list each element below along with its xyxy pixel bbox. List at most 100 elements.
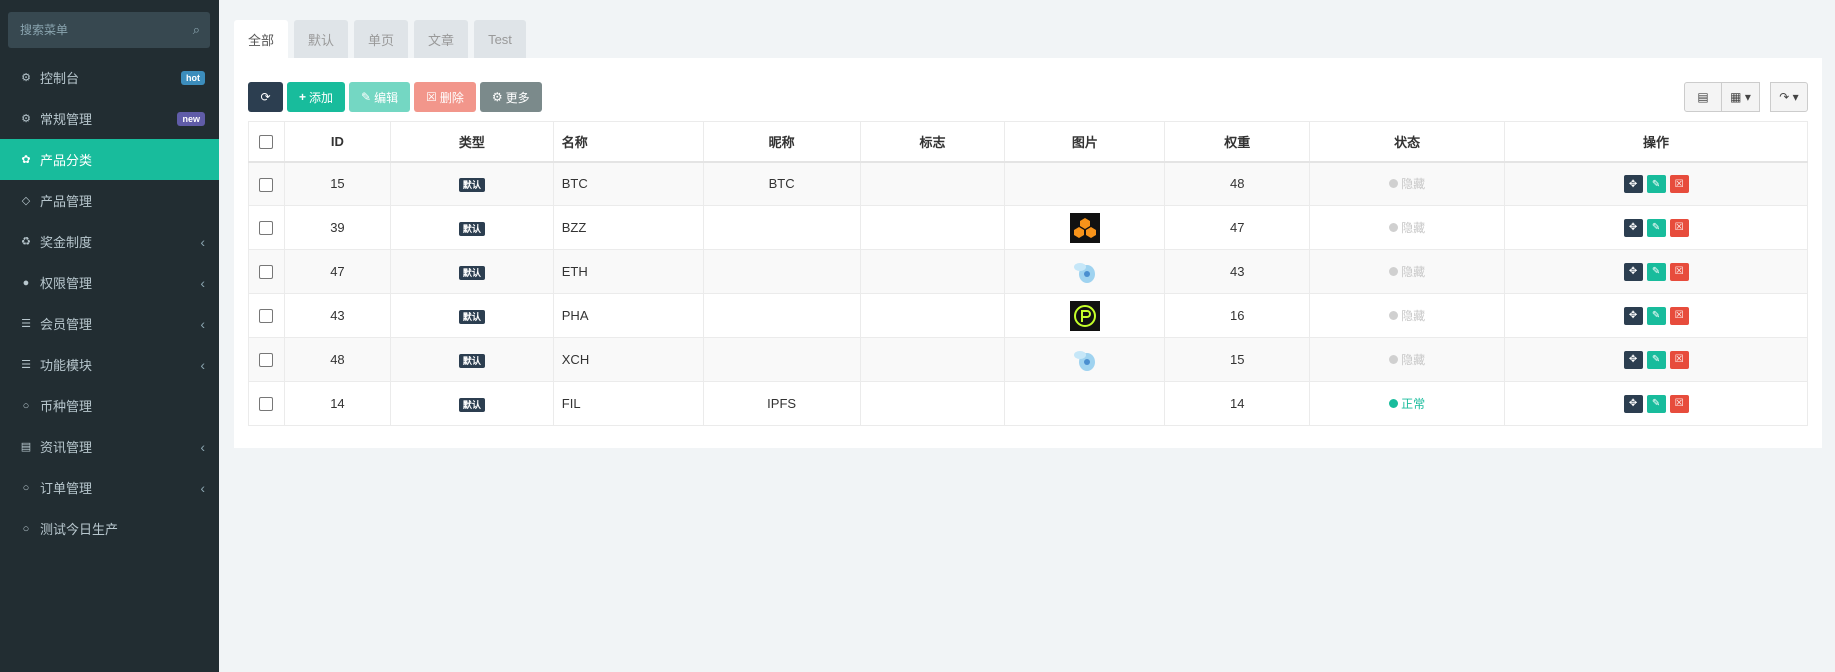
row-checkbox[interactable] <box>259 221 274 236</box>
header-nickname[interactable]: 昵称 <box>702 121 861 163</box>
edit-row-button[interactable]: ✎ <box>1646 350 1666 369</box>
select-all-cell[interactable] <box>248 121 285 163</box>
cell-flag <box>859 205 1006 250</box>
menu-search-box[interactable]: ⌕ <box>8 12 210 48</box>
status-text: 正常 <box>1401 397 1426 411</box>
header-id[interactable]: ID <box>283 121 391 163</box>
delete-row-button[interactable]: ☒ <box>1669 394 1689 413</box>
row-checkbox[interactable] <box>259 177 274 192</box>
more-button[interactable]: ⚙ 更多 <box>479 82 542 112</box>
delete-row-button[interactable]: ☒ <box>1669 350 1689 369</box>
row-checkbox[interactable] <box>259 353 274 368</box>
sidebar-item-label: 币种管理 <box>40 399 93 414</box>
tab-single-page[interactable]: 单页 <box>354 20 409 58</box>
chevron-left-icon: ‹ <box>200 233 205 250</box>
export-button[interactable]: ↷ ▾ <box>1770 82 1808 112</box>
add-button[interactable]: + 添加 <box>287 82 346 112</box>
circle-icon: ○ <box>22 522 30 535</box>
sidebar-item-label: 奖金制度 <box>40 235 93 250</box>
type-label: 默认 <box>458 265 485 280</box>
sidebar-item-member[interactable]: ☰ 会员管理 ‹ <box>0 303 219 344</box>
sidebar-item-dashboard[interactable]: ⚙ 控制台 hot <box>0 57 219 98</box>
row-checkbox[interactable] <box>259 309 274 324</box>
sidebar-item-modules[interactable]: ☰ 功能模块 ‹ <box>0 344 219 385</box>
cell-nickname <box>702 293 861 338</box>
row-actions: ✥ ✎ ☒ <box>1622 350 1691 369</box>
sidebar-item-product-category[interactable]: ✿ 产品分类 <box>0 139 219 180</box>
tab-test[interactable]: Test <box>474 20 526 58</box>
chevron-left-icon: ‹ <box>200 315 205 332</box>
export-dropdown-icon: ↷ ▾ <box>1779 90 1799 104</box>
row-actions: ✥ ✎ ☒ <box>1622 306 1691 325</box>
edit-row-button[interactable]: ✎ <box>1646 394 1666 413</box>
cell-name: BZZ <box>552 205 704 250</box>
sidebar-item-label: 功能模块 <box>40 358 93 373</box>
status-text: 隐藏 <box>1401 265 1426 279</box>
select-all-checkbox[interactable] <box>259 135 274 150</box>
edit-row-button[interactable]: ✎ <box>1646 218 1666 237</box>
row-actions: ✥ ✎ ☒ <box>1622 262 1691 281</box>
delete-row-button[interactable]: ☒ <box>1669 175 1689 193</box>
row-checkbox[interactable] <box>259 397 274 412</box>
header-type[interactable]: 类型 <box>389 121 554 163</box>
drag-handle-button[interactable]: ✥ <box>1623 218 1643 237</box>
drag-handle-button[interactable]: ✥ <box>1623 306 1643 325</box>
menu-search-input[interactable] <box>18 22 193 38</box>
header-status[interactable]: 状态 <box>1309 121 1506 163</box>
eth-logo-icon[interactable] <box>1070 257 1100 287</box>
sidebar-item-bonus[interactable]: ♻ 奖金制度 ‹ <box>0 221 219 262</box>
cell-nickname: BTC <box>702 161 861 206</box>
pha-logo-icon[interactable] <box>1069 300 1100 331</box>
xch-logo-icon[interactable] <box>1070 345 1100 375</box>
cell-nickname <box>702 205 861 250</box>
delete-row-button[interactable]: ☒ <box>1669 262 1689 281</box>
chevron-left-icon: ‹ <box>200 438 205 455</box>
sidebar-item-currency[interactable]: ○ 币种管理 <box>0 385 219 426</box>
sidebar-item-test-production[interactable]: ○ 测试今日生产 <box>0 508 219 549</box>
drag-handle-button[interactable]: ✥ <box>1623 394 1643 413</box>
columns-button[interactable]: ▦ ▾ <box>1722 82 1760 112</box>
sidebar-item-product-manage[interactable]: ◇ 产品管理 <box>0 180 219 221</box>
header-weight[interactable]: 权重 <box>1164 121 1311 163</box>
chevron-left-icon: ‹ <box>200 356 205 373</box>
cell-weight: 15 <box>1164 337 1311 382</box>
cell-image <box>1004 249 1166 294</box>
row-actions: ✥ ✎ ☒ <box>1622 394 1691 413</box>
delete-row-button[interactable]: ☒ <box>1669 306 1689 325</box>
header-image[interactable]: 图片 <box>1004 121 1166 163</box>
tab-default[interactable]: 默认 <box>294 20 349 58</box>
search-icon[interactable]: ⌕ <box>193 22 200 38</box>
header-name[interactable]: 名称 <box>552 121 704 163</box>
status-text: 隐藏 <box>1401 177 1426 192</box>
cogs-icon: ⚙ <box>21 113 31 125</box>
refresh-button[interactable]: ⟳ <box>248 82 283 112</box>
bzz-logo-icon[interactable] <box>1069 212 1100 243</box>
status-badge: 隐藏 <box>1389 307 1425 324</box>
header-flag[interactable]: 标志 <box>859 121 1006 163</box>
sidebar-item-auth[interactable]: ● 权限管理 ‹ <box>0 262 219 303</box>
sidebar-item-label: 常规管理 <box>40 112 93 127</box>
cell-weight: 43 <box>1164 249 1311 294</box>
tab-article[interactable]: 文章 <box>414 20 469 58</box>
table-row: 15 默认 BTC BTC 48 隐藏 ✥ ✎ ☒ <box>248 161 1808 206</box>
sidebar-item-orders[interactable]: ○ 订单管理 ‹ <box>0 467 219 508</box>
sidebar-item-news[interactable]: ▤ 资讯管理 ‹ <box>0 426 219 467</box>
drag-handle-button[interactable]: ✥ <box>1623 350 1643 369</box>
edit-row-button[interactable]: ✎ <box>1646 262 1666 281</box>
cell-name: PHA <box>552 293 704 338</box>
table-panel: ⟳ + 添加 ✎ 编辑 ☒ 删除 ⚙ 更多 ▤ ▦ ▾ ↷ ▾ ID 类型 名称… <box>234 58 1822 448</box>
edit-button[interactable]: ✎ 编辑 <box>349 82 411 112</box>
edit-row-button[interactable]: ✎ <box>1646 175 1666 193</box>
cell-nickname <box>702 337 861 382</box>
drag-handle-button[interactable]: ✥ <box>1623 175 1643 193</box>
edit-row-button[interactable]: ✎ <box>1646 306 1666 325</box>
drag-handle-button[interactable]: ✥ <box>1623 262 1643 281</box>
cell-id: 47 <box>283 249 391 294</box>
toggle-view-button[interactable]: ▤ <box>1684 82 1722 112</box>
tab-all[interactable]: 全部 <box>234 20 289 58</box>
delete-button[interactable]: ☒ 删除 <box>414 82 476 112</box>
row-checkbox[interactable] <box>259 265 274 280</box>
delete-row-button[interactable]: ☒ <box>1669 218 1689 237</box>
recycle-icon: ♻ <box>21 236 31 248</box>
sidebar-item-general[interactable]: ⚙ 常规管理 new <box>0 98 219 139</box>
